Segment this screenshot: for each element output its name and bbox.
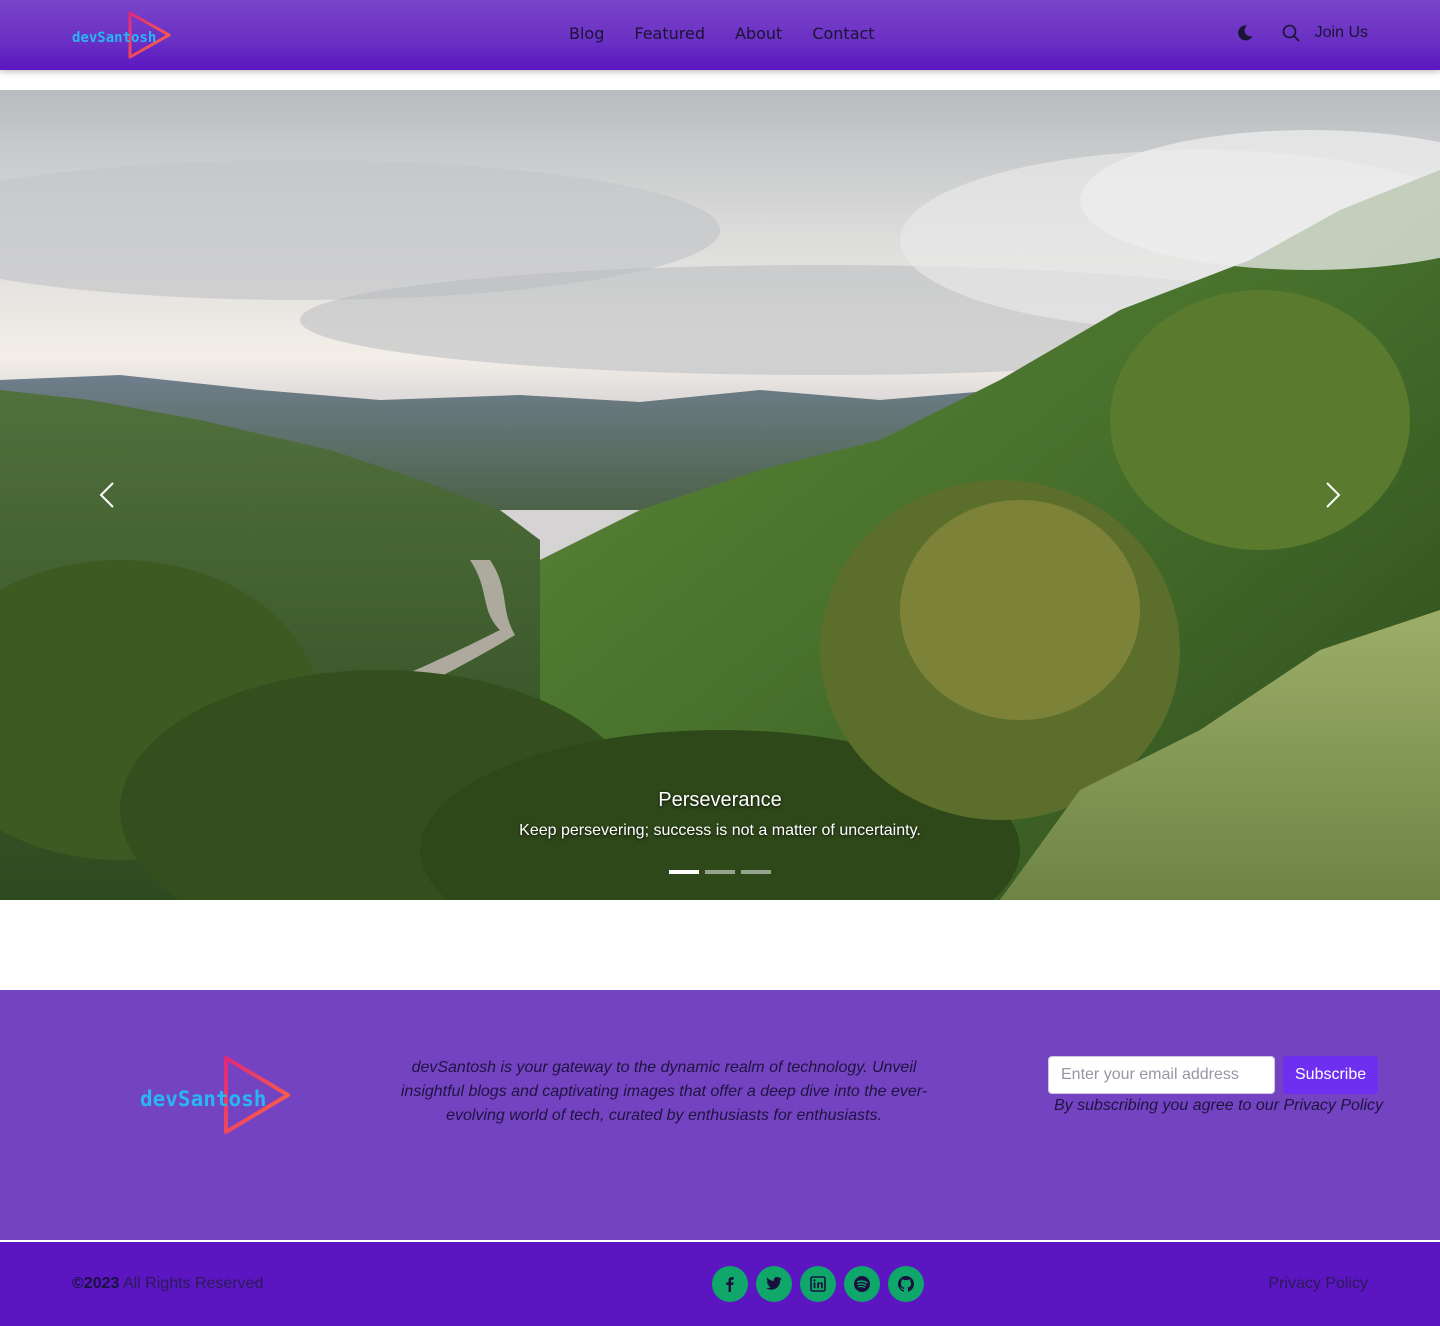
carousel-caption-title: Perseverance: [658, 789, 782, 811]
svg-text:devSantosh: devSantosh: [140, 1087, 266, 1111]
footer-brand-logo[interactable]: devSantosh: [140, 1054, 292, 1136]
carousel-caption-text: Keep persevering; success is not a matte…: [519, 822, 921, 839]
carousel-prev-icon[interactable]: [92, 478, 126, 512]
linkedin-icon[interactable]: [800, 1266, 836, 1302]
footer-description: devSantosh is your gateway to the dynami…: [400, 1059, 928, 1124]
hero-carousel: Perseverance Keep persevering; success i…: [0, 90, 1440, 900]
nav-link-blog[interactable]: Blog: [569, 23, 604, 45]
twitter-icon[interactable]: [756, 1266, 792, 1302]
carousel-indicator-2[interactable]: [705, 870, 735, 874]
svg-text:devSantosh: devSantosh: [72, 30, 156, 46]
brand-logo[interactable]: devSantosh: [72, 10, 172, 60]
subscribe-form: Subscribe: [1048, 1056, 1379, 1094]
privacy-policy-link[interactable]: Privacy Policy: [1268, 1274, 1368, 1294]
github-icon[interactable]: [888, 1266, 924, 1302]
spotify-icon[interactable]: [844, 1266, 880, 1302]
main-nav: Blog Featured About Contact: [569, 23, 875, 45]
facebook-icon[interactable]: [712, 1266, 748, 1302]
nav-link-contact[interactable]: Contact: [812, 23, 874, 45]
navbar: devSantosh Blog Featured About Contact J…: [0, 0, 1440, 70]
carousel-indicator-1[interactable]: [669, 870, 699, 874]
join-us-link[interactable]: Join Us: [1315, 22, 1368, 44]
copyright-text: All Rights Reserved: [119, 1275, 264, 1292]
footer-bottom: ©2023 All Rights Reserved Privacy Policy: [0, 1242, 1440, 1326]
nav-link-about[interactable]: About: [735, 23, 782, 45]
footer-main: devSantosh devSantosh is your gateway to…: [0, 990, 1440, 1240]
email-field[interactable]: [1048, 1056, 1275, 1094]
subscribe-button[interactable]: Subscribe: [1283, 1056, 1379, 1094]
subscribe-note: By subscribing you agree to our Privacy …: [1054, 1097, 1384, 1114]
carousel-indicator-3[interactable]: [741, 870, 771, 874]
social-links: [712, 1266, 924, 1302]
search-icon[interactable]: [1281, 22, 1301, 44]
nav-link-featured[interactable]: Featured: [634, 23, 705, 45]
nav-actions: Join Us: [1235, 22, 1368, 44]
copyright-year: ©2023: [72, 1275, 120, 1292]
moon-icon[interactable]: [1235, 22, 1255, 44]
carousel-indicators: [669, 870, 771, 874]
hero-landscape-image: [0, 90, 1440, 900]
carousel-next-icon[interactable]: [1314, 478, 1348, 512]
copyright: ©2023 All Rights Reserved: [72, 1274, 263, 1294]
